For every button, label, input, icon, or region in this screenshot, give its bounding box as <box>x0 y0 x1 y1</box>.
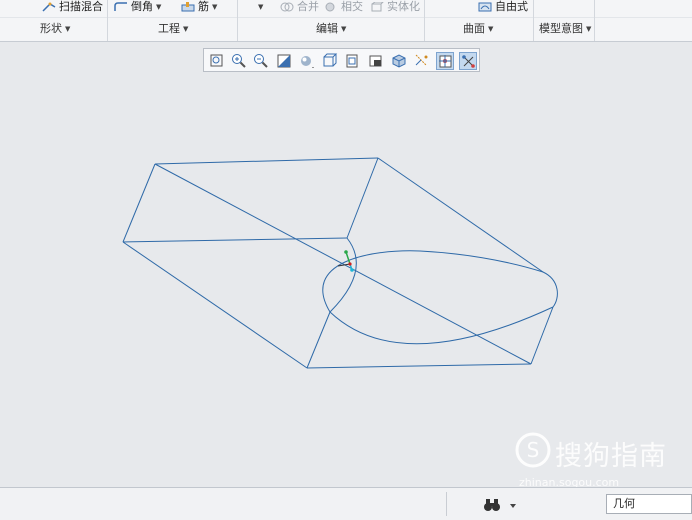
status-bar: 几何 <box>0 487 692 520</box>
model-intent-group-label: 模型意图 <box>539 22 583 35</box>
editing-group-label: 编辑 <box>316 22 338 35</box>
saved-orientations-icon <box>323 53 338 67</box>
chevron-down-icon: ▼ <box>488 25 494 33</box>
view-manager-button[interactable] <box>367 52 385 70</box>
named-views-button[interactable] <box>344 52 362 70</box>
merge-label: 合并 <box>297 0 319 13</box>
annotation-display-icon <box>462 55 475 68</box>
model-edge <box>154 163 532 365</box>
saved-orientations-button[interactable] <box>321 52 339 70</box>
group-separator <box>107 0 108 41</box>
zoom-out-icon <box>254 54 268 68</box>
coordinate-triad <box>337 250 354 272</box>
svg-text:S: S <box>527 438 540 462</box>
group-separator <box>533 0 534 41</box>
model-edge <box>329 306 554 345</box>
freestyle-label: 自由式 <box>495 0 528 13</box>
repaint-button[interactable] <box>275 52 293 70</box>
surfaces-group-menu[interactable]: 曲面 ▼ <box>463 22 493 36</box>
editing-group-menu[interactable]: 编辑 ▼ <box>316 22 346 36</box>
round-icon <box>114 2 128 12</box>
rib-label: 筋 <box>198 0 209 13</box>
chevron-down-icon: ▼ <box>183 25 189 33</box>
group-separator <box>424 0 425 41</box>
group-separator <box>594 0 595 41</box>
intersect-label: 相交 <box>341 0 363 13</box>
solidify-label: 实体化 <box>387 0 420 13</box>
binoculars-icon <box>484 499 516 511</box>
datum-display-icon <box>415 54 428 66</box>
engineering-group-menu[interactable]: 工程 ▼ <box>158 22 188 36</box>
refit-icon <box>210 54 223 67</box>
chevron-down-icon: ▼ <box>65 25 71 33</box>
shape-group-label: 形状 <box>40 22 62 35</box>
model-edge <box>122 237 348 243</box>
spin-center-icon <box>439 55 452 68</box>
model-intent-group-menu[interactable]: 模型意图 ▼ <box>539 22 591 36</box>
freestyle-icon <box>478 2 492 12</box>
watermark: S 搜狗指南 zhinan.sogou.com <box>515 430 675 490</box>
freestyle-button[interactable]: 自由式 <box>478 0 528 16</box>
sweep-blend-label: 扫描混合 <box>59 0 103 13</box>
model-edge <box>346 157 379 239</box>
merge-icon <box>280 2 294 12</box>
model-edge <box>306 311 331 369</box>
selection-filter-dropdown[interactable]: 几何 <box>606 494 692 514</box>
zoom-in-icon <box>232 54 246 68</box>
datum-display-button[interactable] <box>413 52 431 70</box>
sweep-blend-button[interactable]: 扫描混合 <box>42 0 103 16</box>
group-separator <box>237 0 238 41</box>
round-button[interactable]: 倒角 ▼ <box>114 0 161 16</box>
model-edge <box>122 163 156 243</box>
surfaces-group-label: 曲面 <box>463 22 485 35</box>
sweep-blend-icon <box>42 2 56 12</box>
intersect-icon <box>324 2 338 12</box>
ribbon-divider <box>0 17 692 18</box>
perspective-icon <box>392 54 406 68</box>
rib-button[interactable]: 筋 ▼ <box>181 0 217 16</box>
chevron-down-icon: ▼ <box>586 25 592 33</box>
solidify-button[interactable]: 实体化 <box>370 0 420 16</box>
repaint-icon <box>277 54 291 68</box>
chevron-down-icon: ▼ <box>212 3 218 11</box>
display-style-button[interactable] <box>298 52 316 70</box>
refit-button[interactable] <box>208 52 226 70</box>
model-edge <box>306 363 532 369</box>
status-separator <box>446 492 447 516</box>
ribbon: 扫描混合 形状▼ 倒角▼ 筋▼ 工程▼ ▼ 合并 相交 实体化 编辑▼ <box>0 0 692 42</box>
chevron-down-icon: ▼ <box>258 3 264 11</box>
watermark-text: 搜狗指南 <box>555 441 667 472</box>
round-label: 倒角 <box>131 0 153 13</box>
sogou-logo-icon: S <box>515 432 551 468</box>
graphics-toolbar <box>203 48 480 72</box>
named-views-icon <box>346 54 358 68</box>
model-wireframe <box>122 157 558 369</box>
view-manager-icon <box>369 55 382 67</box>
model-edge <box>154 157 379 165</box>
display-style-icon <box>301 56 314 68</box>
solidify-icon <box>370 1 385 12</box>
engineering-group-label: 工程 <box>158 22 180 35</box>
rib-icon <box>181 2 195 12</box>
find-button[interactable] <box>480 496 520 514</box>
edit-more-dropdown[interactable]: ▼ <box>255 0 263 16</box>
annotation-display-button[interactable] <box>459 52 477 70</box>
chevron-down-icon: ▼ <box>341 25 347 33</box>
merge-button[interactable]: 合并 <box>280 0 319 16</box>
spin-center-button[interactable] <box>436 52 454 70</box>
graphics-canvas[interactable] <box>0 73 692 485</box>
zoom-in-button[interactable] <box>230 52 248 70</box>
model-edge <box>322 250 558 313</box>
intersect-button[interactable]: 相交 <box>324 0 363 16</box>
chevron-down-icon: ▼ <box>156 3 162 11</box>
model-edge <box>329 237 357 313</box>
zoom-out-button[interactable] <box>252 52 270 70</box>
model-edge <box>122 241 308 369</box>
shape-group-menu[interactable]: 形状 ▼ <box>40 22 70 36</box>
perspective-button[interactable] <box>390 52 408 70</box>
